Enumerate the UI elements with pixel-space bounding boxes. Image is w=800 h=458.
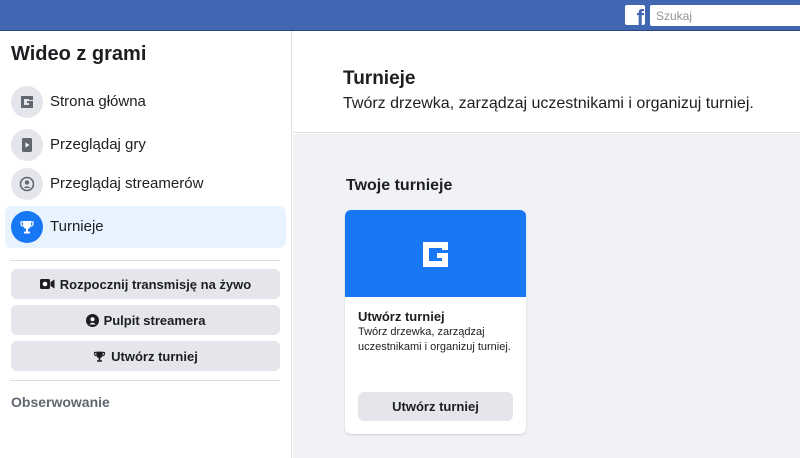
page-subtitle: Twórz drzewka, zarządzaj uczestnikami i … — [343, 95, 754, 112]
sidebar-item-label: Turnieje — [50, 218, 104, 235]
sidebar-item-label: Strona główna — [50, 93, 146, 110]
trophy-icon — [11, 211, 43, 243]
card-banner — [345, 210, 526, 297]
facebook-logo-letter: f — [636, 5, 644, 26]
main-content: Twoje turnieje Utwórz turniej Twórz drze… — [293, 134, 800, 458]
create-tournament-card: Utwórz turniej Twórz drzewka, zarządzaj … — [345, 210, 526, 434]
sidebar-divider — [10, 260, 280, 261]
following-heading: Obserwowanie — [11, 394, 110, 410]
section-title: Twoje turnieje — [346, 177, 453, 194]
start-live-label: Rozpocznij transmisję na żywo — [59, 276, 252, 292]
top-bar: f — [0, 0, 800, 31]
facebook-logo-icon[interactable]: f — [625, 5, 645, 25]
start-live-button[interactable]: Rozpocznij transmisję na żywo — [11, 269, 280, 299]
sidebar-divider — [10, 380, 280, 381]
card-title: Utwórz turniej — [358, 309, 445, 324]
sidebar-item-home[interactable]: Strona główna — [5, 81, 286, 123]
sidebar-item-browse-streamers[interactable]: Przeglądaj streamerów — [5, 163, 286, 205]
gaming-logo-icon — [423, 242, 448, 267]
trophy-icon — [94, 351, 106, 362]
card-description: Twórz drzewka, zarządzaj uczestnikami i … — [358, 326, 511, 353]
sidebar: Wideo z grami Strona główna Przeglądaj g… — [0, 31, 292, 458]
create-tournament-sidebar-button[interactable]: Utwórz turniej — [11, 341, 280, 371]
streamer-dashboard-button[interactable]: Pulpit streamera — [11, 305, 280, 335]
page-header: Turnieje Twórz drzewka, zarządzaj uczest… — [293, 31, 800, 133]
search-input[interactable] — [650, 5, 800, 26]
create-tournament-sidebar-label: Utwórz turniej — [111, 348, 198, 364]
live-camera-icon — [39, 279, 55, 289]
sidebar-item-label: Przeglądaj streamerów — [50, 175, 204, 192]
sidebar-item-browse-games[interactable]: Przeglądaj gry — [5, 124, 286, 166]
browse-games-icon — [11, 129, 43, 161]
streamer-dashboard-label: Pulpit streamera — [103, 312, 206, 328]
streamers-icon — [11, 168, 43, 200]
streamer-dashboard-icon — [85, 313, 99, 327]
sidebar-title: Wideo z grami — [11, 43, 147, 65]
gaming-home-icon — [11, 86, 43, 118]
sidebar-item-tournaments[interactable]: Turnieje — [5, 206, 286, 248]
create-tournament-button[interactable]: Utwórz turniej — [358, 392, 513, 421]
sidebar-item-label: Przeglądaj gry — [50, 136, 146, 153]
page-title: Turnieje — [343, 68, 416, 89]
